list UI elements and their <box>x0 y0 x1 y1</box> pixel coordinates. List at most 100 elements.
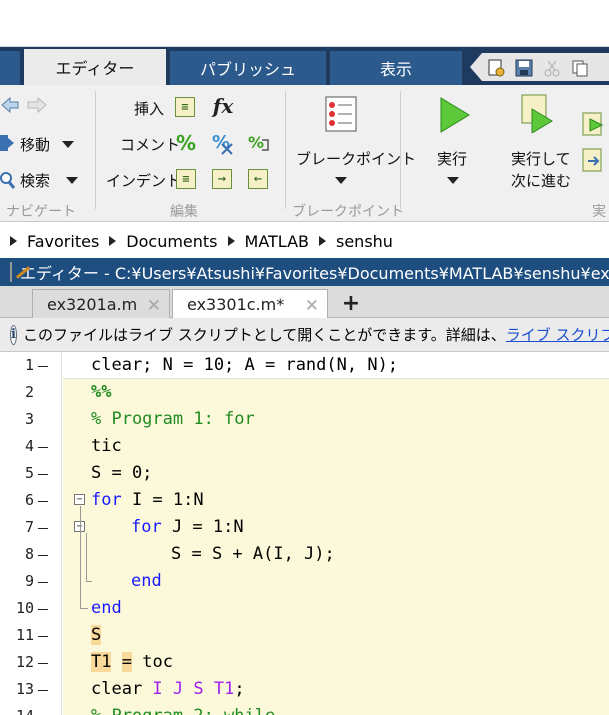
breadcrumb-item-documents[interactable]: Documents <box>109 232 218 251</box>
code-line[interactable]: S = 0; <box>63 460 609 487</box>
cut-icon[interactable] <box>542 59 562 77</box>
fold-guide <box>80 608 88 609</box>
save-icon[interactable] <box>514 59 534 77</box>
quick-access-toolbar <box>470 53 609 81</box>
close-icon[interactable]: ✕ <box>305 296 319 316</box>
tab-home-partial[interactable] <box>0 51 20 85</box>
tab-editor[interactable]: エディター <box>24 49 166 85</box>
line-number: 13 <box>15 680 34 698</box>
code-line[interactable]: T1 = toc <box>63 649 609 676</box>
breakpoint-marker[interactable] <box>38 447 48 448</box>
file-tab-ex3201a[interactable]: ex3201a.m ✕ <box>32 289 170 318</box>
new-tab-button[interactable]: + <box>334 289 368 318</box>
insert-function-icon[interactable]: fx <box>208 93 238 119</box>
breakpoint-marker[interactable] <box>38 609 48 610</box>
editor-title-bar: エディター - C:¥Users¥Atsushi¥Favorites¥Docum… <box>0 258 609 286</box>
code-line[interactable]: % Program 1: for <box>63 406 609 433</box>
run-group-label: 実 <box>592 204 606 220</box>
fold-toggle-icon[interactable]: − <box>74 494 85 505</box>
code-line[interactable]: end <box>63 568 609 595</box>
code-editor[interactable]: clear; N = 10; A = rand(N, N); %% % Prog… <box>0 352 609 715</box>
file-tabs: ex3201a.m ✕ ex3301c.m* ✕ + <box>0 286 609 319</box>
toolstrip-tab-bar: エディター パブリッシュ 表示 <box>0 47 609 85</box>
insert-button[interactable]: 挿入 <box>134 98 164 119</box>
chevron-right-icon <box>319 236 326 246</box>
goto-button[interactable]: 移動 <box>20 134 50 155</box>
run-icon[interactable] <box>436 95 472 135</box>
breadcrumb: Favorites Documents MATLAB senshu <box>0 226 609 256</box>
breakpoint-marker[interactable] <box>38 528 48 529</box>
run-and-advance-label-1[interactable]: 実行して <box>511 148 571 169</box>
back-arrow-icon[interactable] <box>0 95 20 115</box>
breakpoint-marker[interactable] <box>38 636 48 637</box>
run-and-advance-icon[interactable] <box>518 93 556 133</box>
breakpoints-button[interactable]: ブレークポイント <box>296 148 416 169</box>
close-icon[interactable]: ✕ <box>147 296 161 316</box>
smart-indent-icon[interactable]: ≡ <box>176 169 196 189</box>
indent-button[interactable]: インデント <box>106 170 181 191</box>
line-number: 7 <box>24 518 34 536</box>
tab-publish[interactable]: パブリッシュ <box>170 51 326 85</box>
breakpoints-icon[interactable] <box>322 95 360 133</box>
line-number: 1 <box>24 356 34 374</box>
code-line[interactable]: S <box>63 622 609 649</box>
code-line[interactable]: end <box>63 595 609 622</box>
find-dropdown-icon[interactable] <box>66 177 78 184</box>
tab-view[interactable]: 表示 <box>330 51 462 85</box>
decrease-indent-icon[interactable]: ← <box>248 169 268 189</box>
breakpoint-marker[interactable] <box>38 474 48 475</box>
uncomment-icon[interactable]: % <box>210 130 236 156</box>
line-number: 3 <box>24 410 34 428</box>
breakpoint-marker[interactable] <box>38 366 48 367</box>
fold-guide <box>86 581 92 582</box>
editor-icon <box>10 262 12 282</box>
line-number: 11 <box>15 626 34 644</box>
code-line[interactable]: for I = 1:N <box>63 487 609 514</box>
breakpoint-marker[interactable] <box>38 555 48 556</box>
group-separator <box>285 91 286 209</box>
run-dropdown-icon[interactable] <box>447 177 459 184</box>
breakpoints-dropdown-icon[interactable] <box>335 177 347 184</box>
chevron-right-icon <box>109 236 117 246</box>
line-number: 6 <box>24 491 34 509</box>
code-line[interactable]: clear I J S T1; <box>63 676 609 703</box>
goto-icon[interactable] <box>0 133 14 153</box>
breadcrumb-item-favorites[interactable]: Favorites <box>0 232 99 251</box>
goto-dropdown-icon[interactable] <box>62 141 74 148</box>
increase-indent-icon[interactable]: → <box>212 169 232 189</box>
group-separator <box>400 91 401 209</box>
find-icon[interactable] <box>0 170 16 190</box>
comment-percent-icon[interactable]: % <box>175 131 197 155</box>
code-line[interactable]: for J = 1:N <box>63 514 609 541</box>
file-tab-ex3301c[interactable]: ex3301c.m* ✕ <box>172 289 328 319</box>
chevron-right-icon <box>227 236 235 246</box>
code-line[interactable]: %% <box>63 379 609 406</box>
editor-title: エディター - C:¥Users¥Atsushi¥Favorites¥Docum… <box>20 264 609 283</box>
code-line[interactable]: % Program 2: while <box>63 703 609 715</box>
info-bar: i このファイルはライブ スクリプトとして開くことができます。詳細は、 ライブ … <box>0 318 609 352</box>
run-and-advance-label-2[interactable]: 次に進む <box>511 170 571 191</box>
code-line[interactable]: tic <box>63 433 609 460</box>
comment-button[interactable]: コメント <box>120 134 180 155</box>
advance-icon[interactable] <box>582 147 604 173</box>
find-button[interactable]: 検索 <box>20 170 50 191</box>
breakpoint-marker[interactable] <box>38 582 48 583</box>
run-section-icon[interactable] <box>582 111 604 137</box>
code-line[interactable]: clear; N = 10; A = rand(N, N); <box>63 352 609 379</box>
breakpoint-marker[interactable] <box>38 663 48 664</box>
insert-section-icon[interactable]: ≡ <box>175 97 195 117</box>
line-number: 10 <box>15 599 34 617</box>
breadcrumb-item-matlab[interactable]: MATLAB <box>227 232 309 251</box>
breakpoint-marker[interactable] <box>38 501 48 502</box>
breadcrumb-item-senshu[interactable]: senshu <box>319 232 393 251</box>
breakpoint-marker[interactable] <box>38 690 48 691</box>
svg-text:%: % <box>248 133 264 152</box>
forward-arrow-icon[interactable] <box>24 95 48 115</box>
wrap-comments-icon[interactable]: % <box>246 130 272 156</box>
live-script-link[interactable]: ライブ スクリプトの <box>506 324 609 345</box>
group-separator <box>95 91 96 209</box>
run-button[interactable]: 実行 <box>437 148 467 169</box>
copy-icon[interactable] <box>570 59 590 77</box>
new-script-icon[interactable] <box>486 59 506 77</box>
code-line[interactable]: S = S + A(I, J); <box>63 541 609 568</box>
